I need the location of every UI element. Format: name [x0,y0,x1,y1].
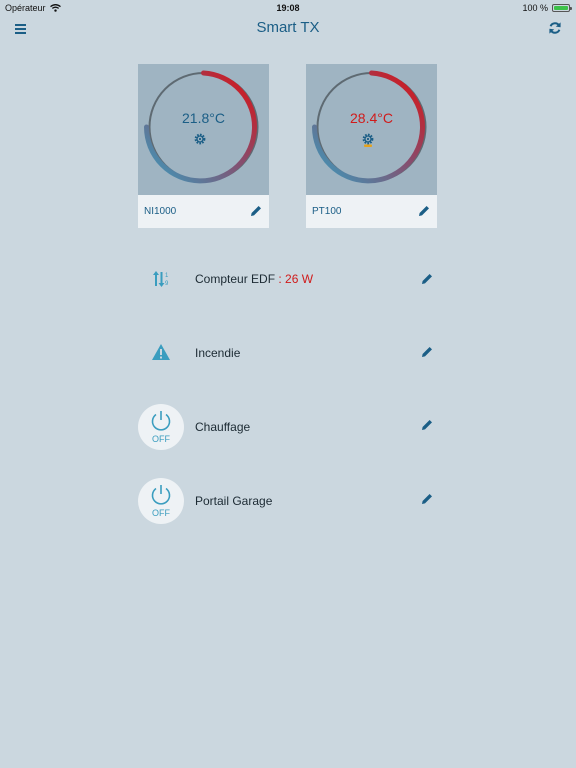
meter-value: : 26 W [278,272,314,286]
refresh-button[interactable] [548,21,562,35]
power-icon [151,485,171,505]
temperature-value: 28.4°C [350,110,393,126]
toggle-state-label: OFF [152,508,170,518]
sensor-card[interactable]: 21.8°C NI1000 [138,64,269,228]
battery-icon [552,4,572,12]
edit-pencil-icon[interactable] [420,345,434,359]
temperature-value: 21.8°C [182,110,225,126]
power-toggle[interactable]: OFF [138,477,184,525]
row-label: Incendie [195,346,241,360]
list-item-compteur-edf[interactable]: 1 9 Compteur EDF : 26 W [138,255,438,303]
page-title: Smart TX [256,19,320,36]
toggle-state-label: OFF [152,434,170,444]
power-icon [151,411,171,431]
refresh-icon [549,22,561,34]
temperature-gauge: 21.8°C [138,64,269,195]
clock: 19:08 [276,3,300,13]
svg-text:1: 1 [165,273,169,279]
battery-status: 100 % [522,3,572,13]
edit-pencil-icon[interactable] [420,272,434,286]
gauge-ring [312,70,427,184]
sensor-name: NI1000 [144,206,177,217]
battery-percent: 100 % [522,3,548,13]
sort-arrows-icon: 1 9 [138,255,184,303]
edit-pencil-icon[interactable] [420,418,434,432]
power-toggle[interactable]: OFF [138,403,184,451]
temperature-gauge: 28.4°C [306,64,437,195]
edit-pencil-icon[interactable] [249,204,263,218]
card-footer: NI1000 [138,195,269,228]
power-button[interactable]: OFF [138,478,184,524]
navigation-bar: Smart TX [0,16,576,42]
settings-gear-icon[interactable] [361,132,375,147]
gauge-ring [144,70,259,184]
status-bar: Opérateur 19:08 100 % [0,0,576,16]
settings-gear-icon[interactable] [193,132,207,146]
edit-pencil-icon[interactable] [420,492,434,506]
row-label: Chauffage [195,420,251,434]
warning-icon [138,328,184,376]
meter-name: Compteur EDF [195,272,276,286]
svg-text:9: 9 [165,281,169,287]
row-label: Compteur EDF : 26 W [195,272,313,286]
row-label: Portail Garage [195,494,273,508]
list-item-incendie[interactable]: Incendie [138,328,438,376]
list-item-portail-garage[interactable]: OFF Portail Garage [138,477,438,525]
list-item-chauffage[interactable]: OFF Chauffage [138,403,438,451]
sensor-card[interactable]: 28.4°C PT100 [306,64,437,228]
power-button[interactable]: OFF [138,404,184,450]
card-footer: PT100 [306,195,437,228]
sensor-name: PT100 [312,206,342,217]
edit-pencil-icon[interactable] [417,204,431,218]
